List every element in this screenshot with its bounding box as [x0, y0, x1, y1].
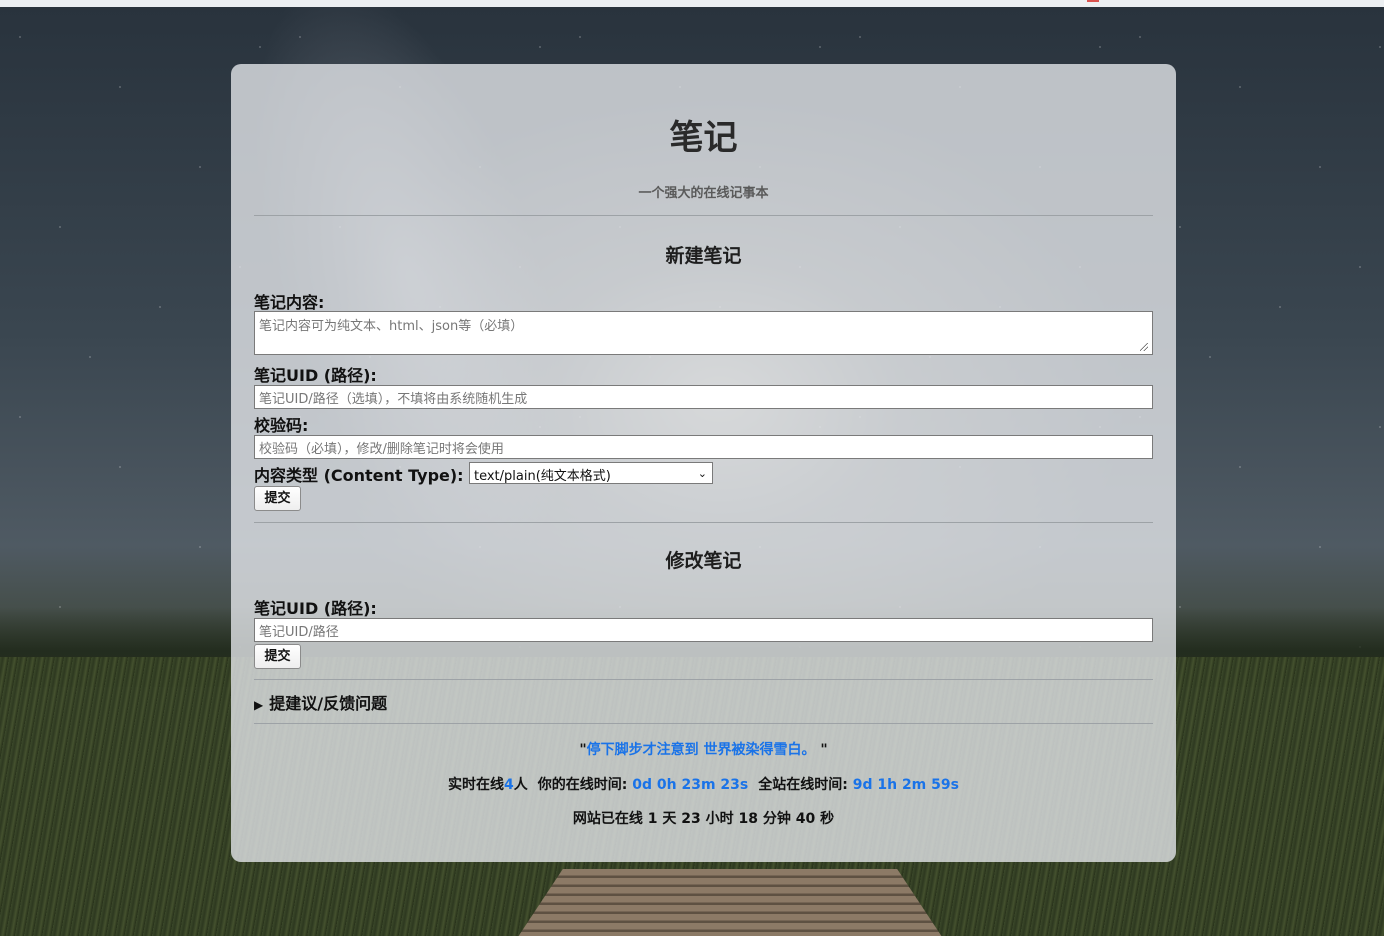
divider	[254, 522, 1153, 523]
edit-note-heading: 修改笔记	[665, 550, 742, 572]
uid-input[interactable]: 笔记UID/路径（选填），不填将由系统随机生成	[254, 385, 1153, 409]
content-placeholder: 笔记内容可为纯文本、html、json等（必填）	[259, 319, 524, 334]
content-type-value: text/plain(纯文本格式)	[474, 469, 611, 484]
content-label: 笔记内容:	[254, 293, 325, 312]
divider	[254, 679, 1153, 680]
uid-label: 笔记UID (路径):	[254, 366, 377, 385]
content-textarea[interactable]: 笔记内容可为纯文本、html、json等（必填）	[254, 311, 1153, 355]
edit-uid-input[interactable]: 笔记UID/路径	[254, 618, 1153, 642]
disclosure-triangle-icon: ▶	[254, 698, 264, 712]
edit-uid-label: 笔记UID (路径):	[254, 599, 377, 618]
new-note-submit-button[interactable]: 提交	[254, 486, 301, 511]
feedback-label: 提建议/反馈问题	[269, 694, 388, 713]
divider	[254, 723, 1153, 724]
code-input[interactable]: 校验码（必填），修改/删除笔记时将会使用	[254, 435, 1153, 459]
browser-indicator	[1087, 0, 1099, 2]
code-label: 校验码:	[254, 416, 309, 435]
edit-note-submit-button[interactable]: 提交	[254, 644, 301, 669]
site-uptime: 网站已在线 1 天 23 小时 18 分钟 40 秒	[572, 811, 835, 827]
online-prefix: 实时在线	[448, 777, 505, 793]
online-suffix: 人	[513, 777, 528, 793]
content-type-label: 内容类型 (Content Type):	[254, 466, 464, 485]
quote-line: "停下脚步才注意到 世界被染得雪白。 "	[231, 739, 1176, 759]
new-note-heading: 新建笔记	[665, 245, 742, 267]
edit-uid-placeholder: 笔记UID/路径	[259, 625, 339, 640]
page-subtitle: 一个强大的在线记事本	[638, 186, 769, 201]
note-card: 笔记 一个强大的在线记事本 新建笔记 笔记内容: 笔记内容可为纯文本、html、…	[231, 64, 1176, 862]
resize-grip-icon[interactable]	[1140, 343, 1148, 351]
quote-text: 停下脚步才注意到 世界被染得雪白。	[586, 742, 816, 758]
online-stats: 实时在线4人 你的在线时间: 0d 0h 23m 23s 全站在线时间: 9d 1h…	[231, 774, 1176, 794]
online-count: 4	[504, 777, 514, 793]
quote-close: "	[815, 742, 828, 758]
site-time-label: 全站在线时间:	[758, 777, 848, 793]
your-time-label: 你的在线时间:	[537, 777, 628, 793]
uid-placeholder: 笔记UID/路径（选填），不填将由系统随机生成	[259, 392, 528, 407]
chevron-down-icon: ⌄	[697, 467, 707, 480]
code-placeholder: 校验码（必填），修改/删除笔记时将会使用	[259, 442, 504, 457]
boardwalk	[510, 869, 950, 936]
divider	[254, 215, 1153, 216]
content-type-select[interactable]: text/plain(纯文本格式) ⌄	[469, 462, 713, 484]
feedback-disclosure[interactable]: ▶ 提建议/反馈问题	[254, 690, 387, 714]
site-time-value: 9d 1h 2m 59s	[852, 777, 959, 793]
page-title: 笔记	[669, 118, 738, 158]
your-time-value: 0d 0h 23m 23s	[632, 777, 749, 793]
quote-open: "	[579, 742, 587, 758]
